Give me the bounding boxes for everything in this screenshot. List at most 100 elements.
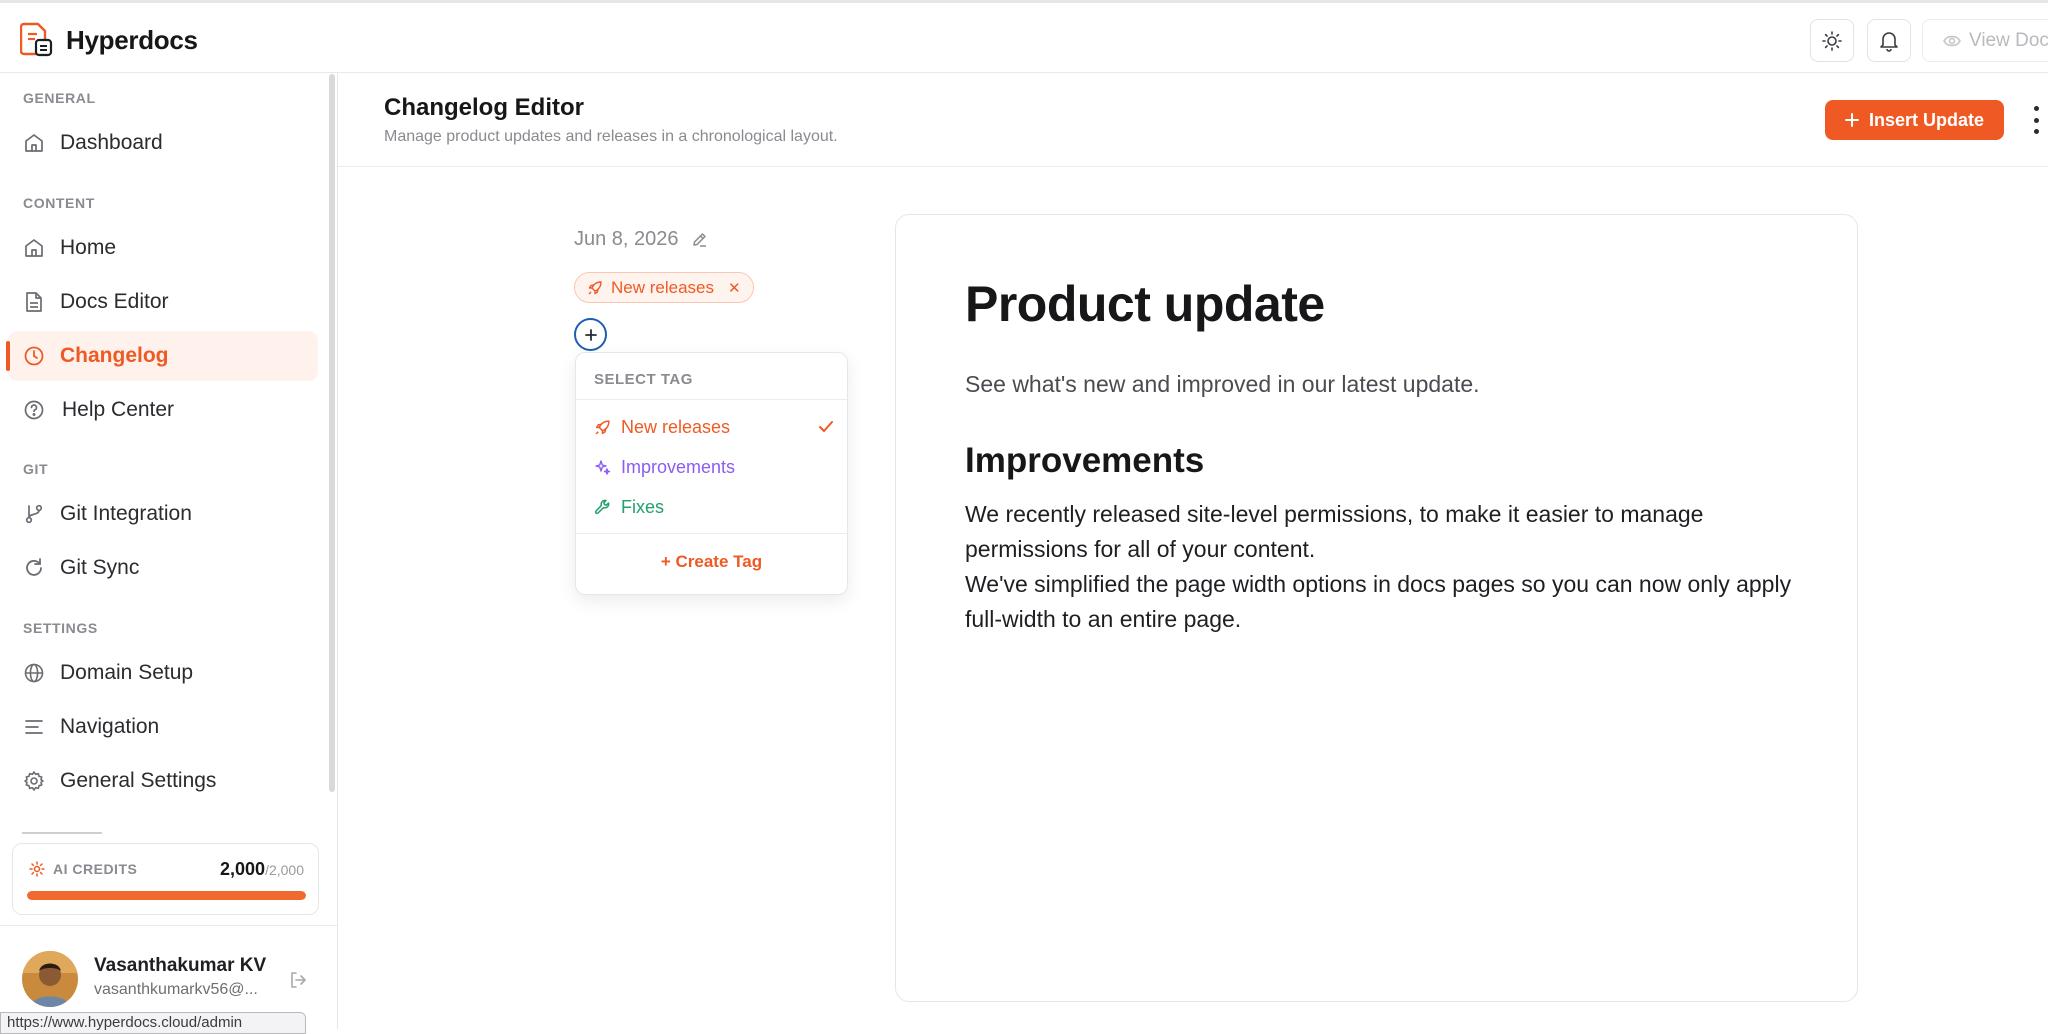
sidebar-item-label: Git Integration xyxy=(60,502,192,525)
sidebar-item-partially-hidden[interactable] xyxy=(22,823,142,835)
home-icon xyxy=(22,131,46,155)
sidebar-item-docs-editor[interactable]: Docs Editor xyxy=(8,277,318,327)
refresh-icon xyxy=(22,556,46,580)
tag-option-label: Improvements xyxy=(621,456,736,477)
insert-update-label: Insert Update xyxy=(1868,109,1985,130)
view-doc-button[interactable]: View Doc xyxy=(1922,19,2048,62)
rocket-icon xyxy=(587,280,603,296)
sparkle-icon xyxy=(29,861,45,877)
sidebar-item-git-integration[interactable]: Git Integration xyxy=(8,489,318,539)
sidebar-item-changelog[interactable]: Changelog xyxy=(6,331,318,381)
tag-option-label: Fixes xyxy=(621,496,665,517)
user-profile[interactable]: Vasanthakumar KV vasanthkumarkv56@... xyxy=(22,951,266,1007)
view-doc-label: View Doc xyxy=(1969,29,2048,51)
logout-icon xyxy=(288,970,308,990)
document-icon xyxy=(22,290,46,314)
sidebar-item-dashboard[interactable]: Dashboard xyxy=(8,118,318,168)
sidebar-item-navigation[interactable]: Navigation xyxy=(8,702,318,752)
section-label-general: GENERAL xyxy=(23,90,96,106)
remove-tag-icon[interactable]: ✕ xyxy=(728,279,741,297)
sidebar-item-label: Docs Editor xyxy=(60,290,169,313)
add-tag-button[interactable] xyxy=(574,318,607,351)
help-circle-icon xyxy=(22,398,46,422)
logout-button[interactable] xyxy=(288,970,308,990)
globe-icon xyxy=(22,661,46,685)
tag-dropdown: SELECT TAG New releases Improvements Fix… xyxy=(575,352,848,595)
user-name: Vasanthakumar KV xyxy=(94,955,267,976)
insert-update-button[interactable]: Insert Update xyxy=(1825,100,2004,140)
top-bar: Hyperdocs View Doc xyxy=(0,0,2048,73)
section-label-content: CONTENT xyxy=(23,195,95,211)
ai-credits-label: AI CREDITS xyxy=(53,861,138,877)
plus-icon xyxy=(1844,113,1859,127)
update-paragraph[interactable]: We've simplified the page width options … xyxy=(965,567,1805,637)
ai-credits-title: AI CREDITS xyxy=(29,861,137,877)
ai-credits-total: /2,000 xyxy=(265,862,304,878)
entry-date[interactable]: Jun 8, 2026 xyxy=(574,228,708,251)
sidebar-item-label: Domain Setup xyxy=(60,661,194,684)
sidebar-item-label: Help Center xyxy=(62,398,175,421)
page-subtitle: Manage product updates and releases in a… xyxy=(384,128,838,145)
rocket-icon xyxy=(594,419,611,436)
menu-lines-icon xyxy=(22,715,46,739)
sidebar-item-label: Dashboard xyxy=(60,131,163,154)
dropdown-header: SELECT TAG xyxy=(594,371,693,388)
entry-date-text: Jun 8, 2026 xyxy=(574,228,679,250)
user-email: vasanthkumarkv56@... xyxy=(94,981,258,998)
sidebar-item-label: Navigation xyxy=(60,715,160,738)
section-label-git: GIT xyxy=(23,461,49,477)
eye-icon xyxy=(1943,34,1961,48)
plus-icon xyxy=(584,328,598,342)
sidebar: GENERAL Dashboard CONTENT Home Docs Edit… xyxy=(0,73,338,1029)
sidebar-item-home[interactable]: Home xyxy=(8,223,318,273)
sidebar-scrollbar[interactable] xyxy=(329,74,335,792)
checkmark-icon xyxy=(818,420,834,434)
sidebar-item-git-sync[interactable]: Git Sync xyxy=(8,543,318,593)
update-subheading[interactable]: Improvements xyxy=(965,441,1204,481)
sidebar-item-label: Changelog xyxy=(60,344,169,367)
page-header: Changelog Editor Manage product updates … xyxy=(338,73,2048,167)
update-body[interactable]: We recently released site-level permissi… xyxy=(965,497,1805,637)
wrench-icon xyxy=(594,499,611,516)
gear-icon xyxy=(22,769,46,793)
selected-tag-chip[interactable]: New releases ✕ xyxy=(574,272,754,303)
tag-option-new-releases[interactable]: New releases xyxy=(594,410,834,444)
section-label-settings: SETTINGS xyxy=(23,620,98,636)
dropdown-divider xyxy=(576,399,847,400)
notifications-button[interactable] xyxy=(1867,19,1911,62)
bell-icon xyxy=(1879,30,1899,52)
ai-credits-progress-bar xyxy=(27,891,306,900)
sidebar-item-general-settings[interactable]: General Settings xyxy=(8,756,318,806)
changelog-editor-card[interactable]: Product update See what's new and improv… xyxy=(895,214,1858,1002)
update-paragraph[interactable]: We recently released site-level permissi… xyxy=(965,497,1805,567)
update-lead[interactable]: See what's new and improved in our lates… xyxy=(965,371,1480,398)
create-tag-button[interactable]: + Create Tag xyxy=(576,552,847,572)
home-icon xyxy=(22,236,46,260)
git-branch-icon xyxy=(22,502,46,526)
clock-icon xyxy=(22,344,46,368)
sun-icon xyxy=(1822,30,1842,51)
tag-option-improvements[interactable]: Improvements xyxy=(594,450,834,484)
sparkles-icon xyxy=(594,459,611,476)
status-url-tooltip: https://www.hyperdocs.cloud/admin xyxy=(0,1012,306,1034)
page-title: Changelog Editor xyxy=(384,94,584,121)
sidebar-item-domain-setup[interactable]: Domain Setup xyxy=(8,648,318,698)
sidebar-item-label: Home xyxy=(60,236,117,259)
ai-credits-progress-fill xyxy=(27,891,306,900)
tag-option-fixes[interactable]: Fixes xyxy=(594,490,834,524)
sidebar-divider xyxy=(0,925,337,926)
avatar[interactable] xyxy=(22,951,78,1007)
pencil-icon[interactable] xyxy=(691,231,708,248)
sidebar-item-help-center[interactable]: Help Center xyxy=(8,385,318,435)
brand-name: Hyperdocs xyxy=(66,25,198,55)
ai-credits-value: 2,000/2,000 xyxy=(220,859,304,880)
hyperdocs-logo-icon[interactable] xyxy=(20,21,54,57)
update-heading[interactable]: Product update xyxy=(965,275,1325,333)
selected-tag-label: New releases xyxy=(611,277,714,297)
sidebar-item-label: General Settings xyxy=(60,769,217,792)
tag-option-label: New releases xyxy=(621,416,731,437)
theme-toggle-button[interactable] xyxy=(1810,19,1854,62)
more-options-icon[interactable] xyxy=(2031,106,2041,134)
sidebar-item-label: Git Sync xyxy=(60,556,140,579)
dropdown-divider xyxy=(576,533,847,534)
